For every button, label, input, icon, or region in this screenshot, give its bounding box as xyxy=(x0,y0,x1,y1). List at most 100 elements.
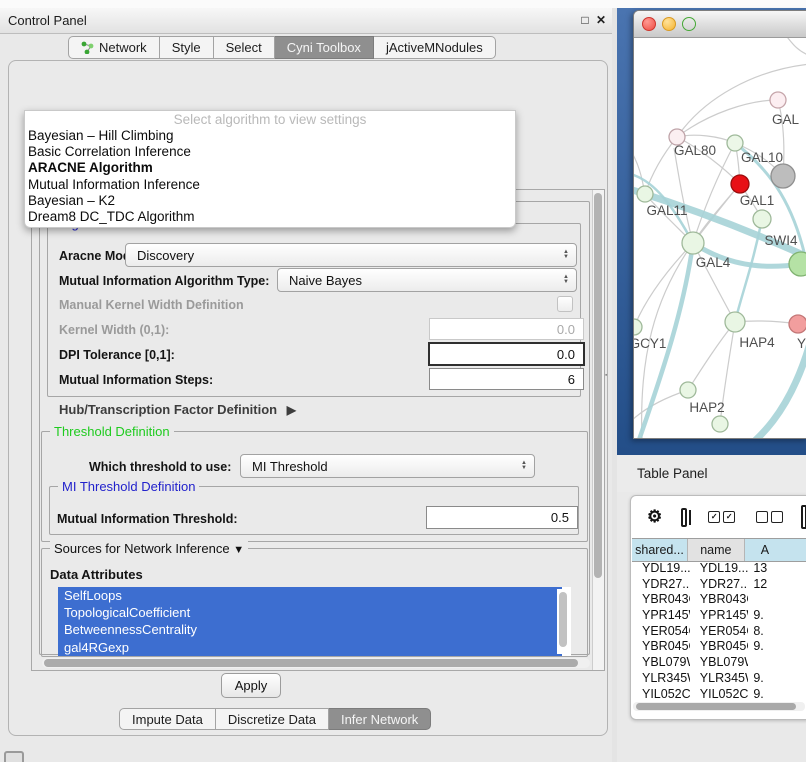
table-row[interactable]: YER054CYER054C8. xyxy=(632,624,806,640)
node-unlabeled[interactable] xyxy=(753,210,771,228)
sources-legend-text: Sources for Network Inference xyxy=(54,541,230,556)
algorithm-option-basic-correlation-inference[interactable]: Basic Correlation Inference xyxy=(25,144,515,160)
attribute-gal4rgexp[interactable]: gal4RGexp xyxy=(58,639,562,656)
network-window-titlebar[interactable] xyxy=(634,11,806,38)
node-gcy1[interactable] xyxy=(634,319,642,335)
node-unlabeled[interactable] xyxy=(771,164,795,188)
tab-select[interactable]: Select xyxy=(214,36,275,59)
node-label-hap2: HAP2 xyxy=(689,400,724,415)
network-canvas[interactable]: GALGAL80GAL10GAL1GAL11GAL4SWI4GCY1HAP4YH… xyxy=(634,38,806,438)
tab-label: Impute Data xyxy=(132,712,203,727)
tab-cyni-toolbox[interactable]: Cyni Toolbox xyxy=(275,36,374,59)
column-header-a[interactable]: A xyxy=(745,539,806,561)
table-row[interactable]: YIL052CYIL052C9. xyxy=(632,687,806,700)
algorithm-dropdown-list: Bayesian – Hill ClimbingBasic Correlatio… xyxy=(25,128,515,225)
apply-button[interactable]: Apply xyxy=(221,673,281,698)
tab-network[interactable]: Network xyxy=(68,36,160,59)
tab-jactivemnodules[interactable]: jActiveMNodules xyxy=(374,36,496,59)
minimized-panel-icon[interactable] xyxy=(4,751,24,762)
attribute-selfloops[interactable]: SelfLoops xyxy=(58,587,562,604)
tab-style[interactable]: Style xyxy=(160,36,214,59)
close-window-icon[interactable]: ✕ xyxy=(594,11,608,29)
node-label-y: Y xyxy=(797,336,806,351)
tab-label: Infer Network xyxy=(341,712,418,727)
apply-button-label: Apply xyxy=(235,678,268,693)
network-edge xyxy=(688,322,735,390)
node-gal1[interactable] xyxy=(731,175,749,193)
algorithm-option-mutual-information-inference[interactable]: Mutual Information Inference xyxy=(25,177,515,193)
network-graph: GALGAL80GAL10GAL1GAL11GAL4SWI4GCY1HAP4YH… xyxy=(634,38,806,438)
node-gal4[interactable] xyxy=(682,232,704,254)
table-cell: YBL079W xyxy=(690,655,749,671)
node-swi4[interactable] xyxy=(789,252,806,276)
hub-definition-label: Hub/Transcription Factor Definition xyxy=(59,402,277,417)
dpi-tolerance-field[interactable]: 0.0 xyxy=(428,342,585,366)
sources-legend[interactable]: Sources for Network Inference ▼ xyxy=(50,541,248,556)
node-hap2[interactable] xyxy=(680,382,696,398)
table-row[interactable]: YBR043CYBR043C xyxy=(632,592,806,608)
kernel-width-value: 0.0 xyxy=(557,322,575,337)
mi-threshold-value: 0.5 xyxy=(551,510,569,525)
deselect-all-icon[interactable] xyxy=(756,511,783,523)
mi-threshold-definition-legend: MI Threshold Definition xyxy=(58,479,199,494)
table-row[interactable]: YDL19...YDL19...13 xyxy=(632,561,806,577)
attr-list-scrollbar[interactable] xyxy=(557,589,570,654)
attribute-topologicalcoefficient[interactable]: TopologicalCoefficient xyxy=(58,604,562,621)
attribute-betweennesscentrality[interactable]: BetweennessCentrality xyxy=(58,621,562,638)
table-row[interactable]: YDR27...YDR27...12 xyxy=(632,577,806,593)
table-body: YDL19...YDL19...13YDR27...YDR27...12YBR0… xyxy=(632,561,806,699)
table-row[interactable]: YPR145WYPR145W9. xyxy=(632,608,806,624)
document-icon[interactable] xyxy=(801,505,806,529)
which-threshold-combo[interactable]: MI Threshold ▲▼ xyxy=(240,454,535,478)
aracne-mode-combo[interactable]: Discovery ▲▼ xyxy=(125,243,577,267)
mi-type-combo[interactable]: Naive Bayes ▲▼ xyxy=(277,268,577,292)
collapse-down-icon: ▼ xyxy=(233,544,244,556)
select-all-icon[interactable]: ✓✓ xyxy=(708,511,735,523)
table-cell: YPR145W xyxy=(690,608,749,624)
settings-vscrollbar[interactable] xyxy=(592,190,604,670)
node-gal11[interactable] xyxy=(637,186,653,202)
algorithm-option-aracne-algorithm[interactable]: ARACNE Algorithm xyxy=(25,160,515,176)
table-row[interactable]: YBR045CYBR045C9. xyxy=(632,639,806,655)
algorithm-option-bayesian-hill-climbing[interactable]: Bayesian – Hill Climbing xyxy=(25,128,515,144)
column-header-name[interactable]: name xyxy=(688,539,745,561)
float-window-icon[interactable]: □ xyxy=(578,11,592,29)
columns-icon[interactable] xyxy=(681,508,687,527)
table-panel-header: Table Panel xyxy=(617,455,806,492)
aracne-mode-value: Discovery xyxy=(137,248,563,263)
column-header-shared[interactable]: shared... xyxy=(632,539,688,561)
tab-infer-network[interactable]: Infer Network xyxy=(329,708,431,730)
tab-impute-data[interactable]: Impute Data xyxy=(119,708,216,730)
table-row[interactable]: YLR345WYLR345W9. xyxy=(632,671,806,687)
node-hap4[interactable] xyxy=(725,312,745,332)
algorithm-option-dream8-dc-tdc-algorithm[interactable]: Dream8 DC_TDC Algorithm xyxy=(25,209,515,225)
node-unlabeled[interactable] xyxy=(712,416,728,432)
mi-steps-field[interactable]: 6 xyxy=(429,368,584,390)
table-cell: YLR345W xyxy=(632,671,690,687)
kernel-width-field[interactable]: 0.0 xyxy=(429,318,584,340)
divider-handle-icon[interactable]: ▪ xyxy=(605,374,609,382)
bottom-tabbar: Impute Data Discretize Data Infer Network xyxy=(119,708,431,730)
table-hscrollbar[interactable] xyxy=(633,702,805,711)
gear-icon[interactable]: ⚙ xyxy=(647,507,662,527)
table-row[interactable]: YBL079WYBL079W xyxy=(632,655,806,671)
screen: Control Panel □ ✕ NetworkStyleSelectCyni… xyxy=(0,0,806,762)
node-gal10[interactable] xyxy=(727,135,743,151)
manual-kernel-checkbox[interactable] xyxy=(557,296,573,312)
mi-threshold-field[interactable]: 0.5 xyxy=(426,506,578,529)
table-cell: 9. xyxy=(748,608,806,624)
tab-discretize-data[interactable]: Discretize Data xyxy=(216,708,329,730)
close-traffic-light-icon[interactable] xyxy=(642,17,656,31)
network-edge xyxy=(674,148,693,243)
node-y[interactable] xyxy=(789,315,806,333)
hub-definition-toggle[interactable]: Hub/Transcription Factor Definition ▶ xyxy=(59,402,296,417)
tab-label: Network xyxy=(99,40,147,55)
which-threshold-value: MI Threshold xyxy=(252,459,521,474)
minimize-traffic-light-icon[interactable] xyxy=(662,17,676,31)
control-panel-tabbar: Network StyleSelectCyni ToolboxjActiveMNo… xyxy=(68,36,496,59)
node-gal[interactable] xyxy=(770,92,786,108)
zoom-traffic-light-icon[interactable] xyxy=(682,17,696,31)
algorithm-option-bayesian-k2[interactable]: Bayesian – K2 xyxy=(25,193,515,209)
table-cell: 13 xyxy=(748,561,806,577)
settings-hscrollbar[interactable] xyxy=(42,658,590,668)
